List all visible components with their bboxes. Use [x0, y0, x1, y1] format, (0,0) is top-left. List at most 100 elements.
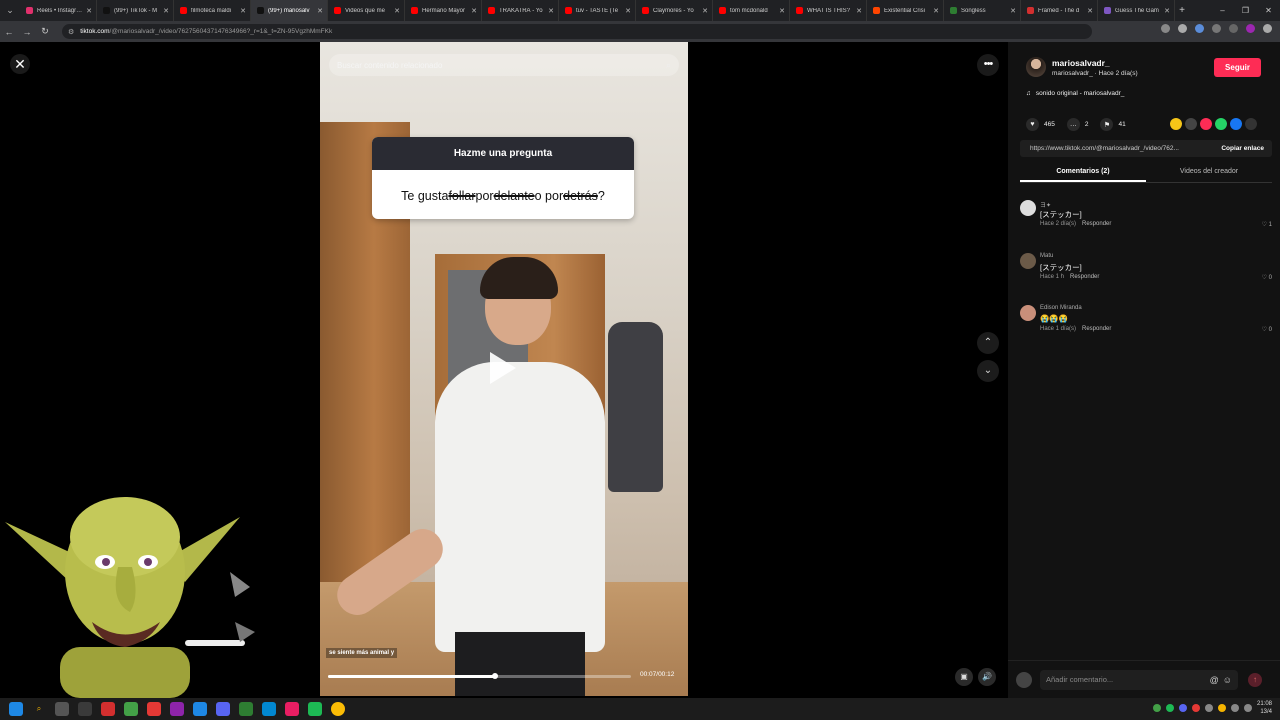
back-icon[interactable]: ← [0, 27, 18, 37]
commenter-avatar[interactable] [1020, 305, 1036, 321]
browser-tab[interactable]: WHAT IS THIS? ✕ [790, 0, 867, 21]
app-icon[interactable] [78, 702, 92, 716]
send-to-friends-icon[interactable] [1200, 118, 1212, 130]
app-icon[interactable] [285, 702, 299, 716]
bookmark-star-icon[interactable] [1178, 24, 1187, 33]
window-close-icon[interactable]: ✕ [1257, 6, 1280, 15]
sound-name[interactable]: sonido original - mariosalvadr_ [1036, 90, 1125, 97]
app-icon[interactable] [101, 702, 115, 716]
spotify-icon[interactable] [308, 702, 322, 716]
tab-close-icon[interactable]: ✕ [548, 7, 554, 15]
comment-stat[interactable]: … 2 [1066, 118, 1088, 131]
heart-outline-icon[interactable]: ♡ [1262, 275, 1267, 281]
tab-comments[interactable]: Comentarios (2) [1020, 164, 1146, 182]
commenter-avatar[interactable] [1020, 200, 1036, 216]
browser-tab[interactable]: TRAKATRÁ - Yo ✕ [482, 0, 559, 21]
maximize-icon[interactable]: ❐ [1234, 6, 1257, 15]
next-video-button[interactable]: ⌄ [977, 360, 999, 382]
embed-icon[interactable] [1185, 118, 1197, 130]
commenter-name[interactable]: ヨ✦ [1040, 200, 1051, 209]
follow-button[interactable]: Seguir [1214, 58, 1261, 77]
related-search-box[interactable]: ⌕ [329, 54, 679, 76]
app-icon[interactable] [124, 702, 138, 716]
app-icon[interactable] [147, 702, 161, 716]
browser-tab[interactable]: (99+) TikTok - M ✕ [97, 0, 174, 21]
tab-close-icon[interactable]: ✕ [240, 7, 246, 15]
sidebar-icon[interactable] [1229, 24, 1238, 33]
whatsapp-icon[interactable] [1215, 118, 1227, 130]
clock[interactable]: 21:08 13/4 [1257, 700, 1272, 716]
browser-tab[interactable]: tuv - TASTE (Te ✕ [559, 0, 636, 21]
tray-icon[interactable] [1204, 704, 1213, 712]
site-info-icon[interactable]: ⚙ [68, 28, 74, 36]
tab-close-icon[interactable]: ✕ [163, 7, 169, 15]
minimize-icon[interactable]: – [1211, 6, 1234, 15]
tray-icon[interactable] [1178, 704, 1187, 712]
discord-icon[interactable] [216, 702, 230, 716]
video-progress-bar[interactable] [328, 673, 631, 679]
install-icon[interactable] [1161, 24, 1170, 33]
mention-icon[interactable]: @ [1210, 675, 1219, 685]
more-options-icon[interactable]: ••• [977, 54, 999, 76]
tab-close-icon[interactable]: ✕ [394, 7, 400, 15]
video-player[interactable]: ⌕ Hazme una pregunta Te gusta follar por… [320, 42, 688, 696]
forward-icon[interactable]: → [18, 27, 36, 37]
task-view-icon[interactable] [55, 702, 69, 716]
tab-close-icon[interactable]: ✕ [779, 7, 785, 15]
comment-like[interactable]: ♡ 0 [1262, 274, 1272, 281]
start-icon[interactable] [9, 702, 23, 716]
heart-icon[interactable]: ♥ [1026, 118, 1039, 131]
tab-creator-videos[interactable]: Videos del creador [1146, 164, 1272, 182]
copy-link-button[interactable]: Copiar enlace [1213, 145, 1272, 152]
heart-outline-icon[interactable]: ♡ [1262, 327, 1267, 333]
author-username[interactable]: mariosalvadr_ [1052, 58, 1138, 68]
tray-icon[interactable] [1191, 704, 1200, 712]
tab-close-icon[interactable]: ✕ [856, 7, 862, 15]
commenter-avatar[interactable] [1020, 253, 1036, 269]
browser-tab[interactable]: Hermano Mayor ✕ [405, 0, 482, 21]
browser-tab[interactable]: Guess The Gam ✕ [1098, 0, 1175, 21]
tab-search-icon[interactable]: ⌄ [0, 0, 20, 21]
play-icon[interactable] [490, 352, 516, 384]
browser-tab[interactable]: Existential Crisi ✕ [867, 0, 944, 21]
author-block[interactable]: mariosalvadr_ mariosalvadr_ · Hace 2 día… [1026, 57, 1138, 77]
comment-input[interactable] [1046, 675, 1206, 684]
search-icon[interactable]: ⌕ [666, 60, 671, 71]
related-search-input[interactable] [337, 60, 666, 70]
tab-close-icon[interactable]: ✕ [933, 7, 939, 15]
speaker-icon[interactable] [1243, 704, 1252, 712]
like-stat[interactable]: ♥ 465 [1026, 118, 1055, 131]
previous-video-button[interactable]: ⌃ [977, 332, 999, 354]
reply-button[interactable]: Responder [1082, 221, 1111, 227]
send-comment-icon[interactable]: ↑ [1248, 672, 1262, 687]
reload-icon[interactable]: ↻ [36, 26, 54, 37]
save-stat[interactable]: ⚑ 41 [1100, 118, 1126, 131]
emoji-icon[interactable]: ☺ [1223, 675, 1232, 685]
browser-tab[interactable]: Songless ✕ [944, 0, 1021, 21]
app-icon[interactable] [239, 702, 253, 716]
comment-icon[interactable]: … [1066, 118, 1080, 131]
commenter-name[interactable]: Edison Miranda [1040, 305, 1082, 311]
tab-close-icon[interactable]: ✕ [471, 7, 477, 15]
tab-close-icon[interactable]: ✕ [1010, 7, 1016, 15]
new-tab-button[interactable]: + [1175, 5, 1189, 16]
volume-icon[interactable]: 🔊 [978, 668, 996, 686]
tab-close-icon[interactable]: ✕ [317, 7, 323, 15]
reply-button[interactable]: Responder [1070, 274, 1099, 280]
tab-close-icon[interactable]: ✕ [1164, 7, 1170, 15]
bookmark-icon[interactable]: ⚑ [1100, 118, 1114, 131]
facebook-icon[interactable] [1230, 118, 1242, 130]
browser-tab[interactable]: Framed - The d ✕ [1021, 0, 1098, 21]
close-video-button[interactable]: ✕ [10, 54, 30, 74]
profile-avatar[interactable] [1246, 24, 1255, 33]
tab-close-icon[interactable]: ✕ [625, 7, 631, 15]
extensions-puzzle-icon[interactable] [1212, 24, 1221, 33]
repost-icon[interactable] [1170, 118, 1182, 130]
wifi-icon[interactable] [1230, 704, 1239, 712]
comment-like[interactable]: ♡ 1 [1262, 221, 1272, 228]
share-more-icon[interactable] [1245, 118, 1257, 130]
miniplayer-icon[interactable]: ▣ [955, 668, 973, 686]
share-link-url[interactable]: https://www.tiktok.com/@mariosalvadr_/vi… [1020, 145, 1213, 152]
extension-icon[interactable] [1195, 24, 1204, 33]
progress-knob[interactable] [491, 673, 498, 679]
